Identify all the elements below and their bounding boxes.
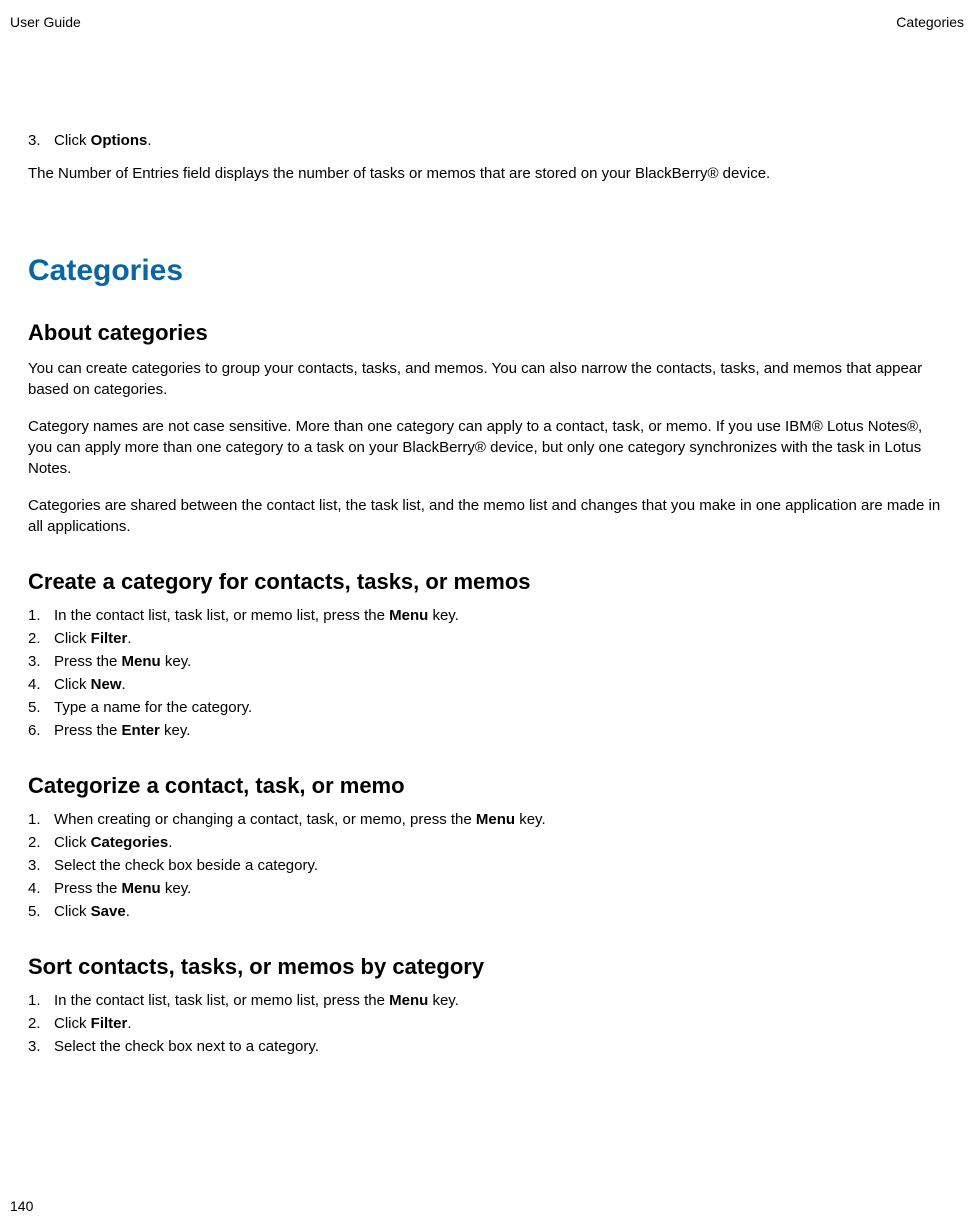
about-p1: You can create categories to group your … [28,358,946,400]
sort-steps: 1.In the contact list, task list, or mem… [28,990,946,1057]
categorize-steps: 1.When creating or changing a contact, t… [28,809,946,922]
list-item: 5.Type a name for the category. [28,697,946,718]
top-paragraph: The Number of Entries field displays the… [28,163,946,184]
page-number: 140 [10,1198,33,1214]
list-item: 1.In the contact list, task list, or mem… [28,990,946,1011]
step-number: 3. [28,130,54,151]
page-header: User Guide Categories [10,14,964,30]
subheading-sort: Sort contacts, tasks, or memos by catego… [28,954,946,980]
list-item: 2.Click Categories. [28,832,946,853]
list-item: 5.Click Save. [28,901,946,922]
subheading-categorize: Categorize a contact, task, or memo [28,773,946,799]
header-left: User Guide [10,14,81,30]
step-text: Click Options. [54,130,946,151]
create-steps: 1.In the contact list, task list, or mem… [28,605,946,741]
section-heading-categories: Categories [28,254,946,288]
subheading-create: Create a category for contacts, tasks, o… [28,569,946,595]
list-item: 1.When creating or changing a contact, t… [28,809,946,830]
list-item: 1.In the contact list, task list, or mem… [28,605,946,626]
about-p2: Category names are not case sensitive. M… [28,416,946,479]
list-item: 4.Press the Menu key. [28,878,946,899]
list-item: 3.Select the check box beside a category… [28,855,946,876]
header-right: Categories [896,14,964,30]
list-item: 2.Click Filter. [28,628,946,649]
subheading-about: About categories [28,320,946,346]
list-item: 3.Select the check box next to a categor… [28,1036,946,1057]
page-content: 3. Click Options. The Number of Entries … [10,130,964,1057]
about-p3: Categories are shared between the contac… [28,495,946,537]
list-item: 6.Press the Enter key. [28,720,946,741]
list-item: 4.Click New. [28,674,946,695]
list-item: 3.Press the Menu key. [28,651,946,672]
top-step: 3. Click Options. [28,130,946,151]
list-item: 2.Click Filter. [28,1013,946,1034]
